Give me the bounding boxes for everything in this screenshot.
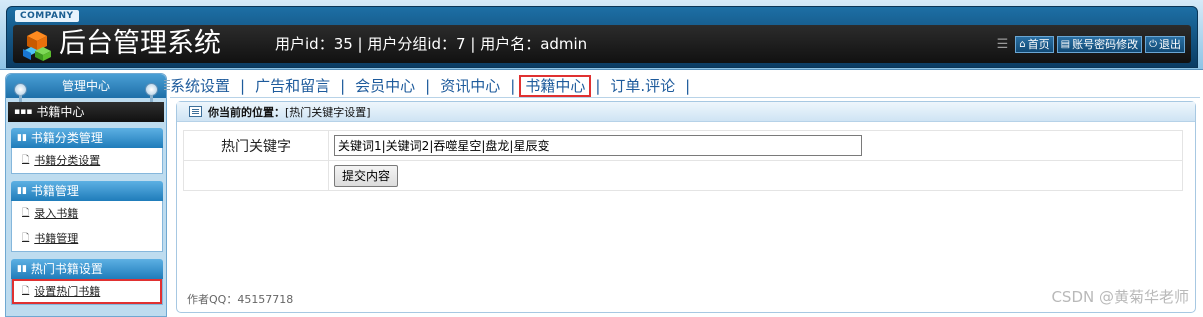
breadcrumb-value: [热门关键字设置] xyxy=(285,105,371,119)
book-icon: ▮▮ xyxy=(17,186,27,196)
sidebar-module-title: ▪▪▪ 书籍中心 xyxy=(8,102,164,122)
breadcrumb-label: 你当前的位置： xyxy=(208,105,285,119)
sidebar-group-body: 🗋 设置热门书籍 xyxy=(11,279,163,305)
top-header: COMPANY 后台管理系统 用户id：35 | 用户分组id：7 | 用户名：… xyxy=(0,0,1203,70)
sidebar-group-body: 🗋 书籍分类设置 xyxy=(11,148,163,174)
right-hook-icon xyxy=(145,83,158,105)
change-password-label: 账号密码修改 xyxy=(1072,38,1139,51)
app-title: 后台管理系统 xyxy=(59,28,221,59)
left-hook-icon xyxy=(14,83,27,105)
list-icon: ▤ xyxy=(1060,39,1071,50)
submit-cell: 提交内容 xyxy=(328,160,1183,191)
logout-button[interactable]: ⏻ 退出 xyxy=(1145,36,1185,53)
sidebar-item-category-settings[interactable]: 🗋 书籍分类设置 xyxy=(12,148,162,173)
group-title-label: 书籍分类管理 xyxy=(30,131,103,145)
submit-button[interactable]: 提交内容 xyxy=(334,164,399,187)
group-title-label: 热门书籍设置 xyxy=(30,262,103,276)
keyword-label: 热门关键字 xyxy=(183,130,329,161)
change-password-button[interactable]: ▤ 账号密码修改 xyxy=(1056,36,1143,53)
hot-keyword-input[interactable] xyxy=(334,135,862,156)
sidebar-item-manage-books[interactable]: 🗋 书籍管理 xyxy=(12,226,162,251)
document-icon: 🗋 xyxy=(22,233,30,243)
sidebar-group-title[interactable]: ▮▮ 书籍分类管理 xyxy=(11,128,163,148)
menu-item-books[interactable]: 书籍中心 xyxy=(519,74,592,97)
power-icon: ⏻ xyxy=(1149,39,1157,50)
menu-separator: | xyxy=(685,76,691,95)
author-info: 作者QQ：45157718 xyxy=(187,293,294,306)
sidebar-title: 管理中心 xyxy=(61,79,110,93)
sidebar-group-hot: ▮▮ 热门书籍设置 🗋 设置热门书籍 xyxy=(11,259,163,305)
module-label: 书籍中心 xyxy=(36,105,85,119)
home-button-label: 首页 xyxy=(1027,38,1050,51)
sidebar-item-hot-books[interactable]: 🗋 设置热门书籍 xyxy=(12,279,162,304)
cubes-logo-icon xyxy=(23,31,51,61)
document-icon: 🗋 xyxy=(22,208,30,218)
panel-icon xyxy=(189,106,202,117)
company-badge: COMPANY xyxy=(15,10,79,22)
document-icon: 🗋 xyxy=(22,286,30,296)
table-row: 提交内容 xyxy=(183,160,1183,191)
breadcrumb: 你当前的位置：[热门关键字设置] xyxy=(177,102,1195,122)
menu-item-news[interactable]: 资讯中心 xyxy=(430,76,510,96)
grid-dots-icon: ▪▪▪ xyxy=(14,107,33,117)
sidebar: 管理中心 ▪▪▪ 书籍中心 ▮▮ 书籍分类管理 🗋 书籍分类设置 ▮▮ 书籍管理… xyxy=(5,73,167,317)
home-icon: ⌂ xyxy=(1019,39,1026,50)
sidebar-item-add-book[interactable]: 🗋 录入书籍 xyxy=(12,201,162,226)
user-info-text: 用户id：35 | 用户分组id：7 | 用户名：admin xyxy=(275,35,588,53)
sidebar-group-body: 🗋 录入书籍 🗋 书籍管理 xyxy=(11,201,163,252)
table-row: 热门关键字 xyxy=(183,130,1183,161)
header-panel: COMPANY 后台管理系统 用户id：35 | 用户分组id：7 | 用户名：… xyxy=(6,6,1198,68)
menu-item-members[interactable]: 会员中心 xyxy=(345,76,425,96)
sidebar-group-title[interactable]: ▮▮ 书籍管理 xyxy=(11,181,163,201)
sidebar-group-title[interactable]: ▮▮ 热门书籍设置 xyxy=(11,259,163,279)
top-menu: 系统设置 | 广告和留言 | 会员中心 | 资讯中心 | 书籍中心 | 订单.评… xyxy=(164,74,1200,98)
grid-icon: ☰ xyxy=(996,36,1009,52)
sidebar-item-label: 录入书籍 xyxy=(34,207,79,220)
sidebar-item-label: 书籍分类设置 xyxy=(34,154,101,167)
home-button[interactable]: ⌂ 首页 xyxy=(1015,36,1054,53)
menu-separator: | xyxy=(510,76,516,95)
menu-item-ads[interactable]: 广告和留言 xyxy=(245,76,340,96)
sidebar-header: 管理中心 xyxy=(6,74,166,105)
sidebar-item-label: 设置热门书籍 xyxy=(34,285,101,298)
top-actions: ☰ ⌂ 首页 ▤ 账号密码修改 ⏻ 退出 xyxy=(997,36,1185,53)
keyword-form: 热门关键字 提交内容 xyxy=(183,130,1183,191)
group-title-label: 书籍管理 xyxy=(30,184,79,198)
sidebar-item-label: 书籍管理 xyxy=(34,232,79,245)
sidebar-group-category: ▮▮ 书籍分类管理 🗋 书籍分类设置 xyxy=(11,128,163,174)
title-bar: 后台管理系统 用户id：35 | 用户分组id：7 | 用户名：admin ☰ … xyxy=(13,25,1191,63)
empty-cell xyxy=(183,160,329,191)
book-icon: ▮▮ xyxy=(17,264,27,274)
book-icon: ▮▮ xyxy=(17,133,27,143)
document-icon: 🗋 xyxy=(22,155,30,165)
main-content: 你当前的位置：[热门关键字设置] 热门关键字 提交内容 作者QQ：4515771… xyxy=(176,101,1196,313)
menu-item-orders[interactable]: 订单.评论 xyxy=(600,76,685,96)
logout-label: 退出 xyxy=(1159,38,1181,51)
sidebar-group-books: ▮▮ 书籍管理 🗋 录入书籍 🗋 书籍管理 xyxy=(11,181,163,252)
watermark: CSDN @黄菊华老师 xyxy=(1051,288,1189,306)
menu-item-system[interactable]: 系统设置 xyxy=(170,76,240,96)
keyword-input-cell xyxy=(328,130,1183,161)
